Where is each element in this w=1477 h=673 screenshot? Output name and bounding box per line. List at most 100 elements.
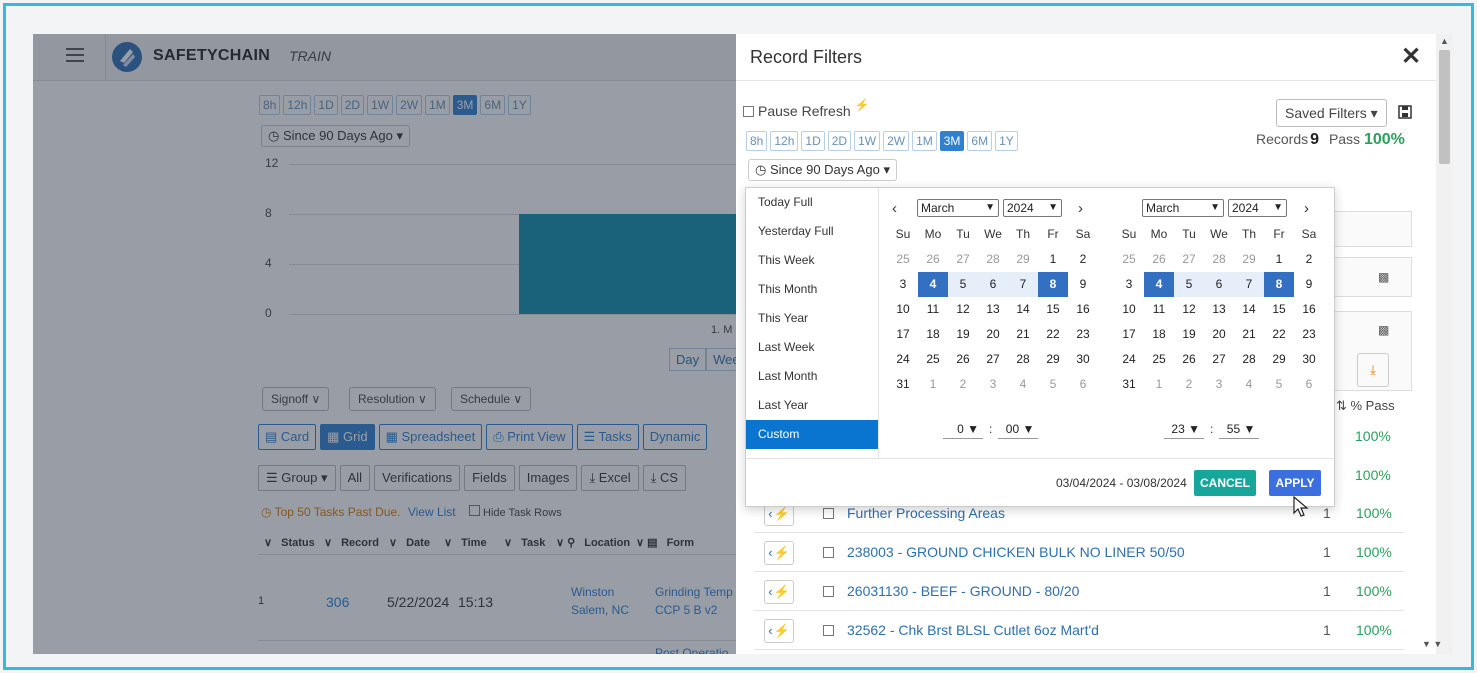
calendar-day[interactable]: 17 <box>888 322 918 347</box>
calendar-day[interactable]: 8 <box>1264 272 1294 297</box>
calendar-day[interactable]: 4 <box>918 272 948 297</box>
panel-chip-1w[interactable]: 1W <box>854 131 881 151</box>
calendar-day[interactable]: 6 <box>1294 372 1324 397</box>
calendar-day[interactable]: 7 <box>1234 272 1264 297</box>
calendar-day[interactable]: 22 <box>1264 322 1294 347</box>
calendar-day[interactable]: 6 <box>978 272 1008 297</box>
calendar-day[interactable]: 25 <box>888 247 918 272</box>
calendar-day[interactable]: 29 <box>1234 247 1264 272</box>
calendar-day[interactable]: 15 <box>1264 297 1294 322</box>
cancel-button[interactable]: CANCEL <box>1194 470 1256 496</box>
calendar-day[interactable]: 23 <box>1068 322 1098 347</box>
expand-lightning-button[interactable]: ‹ ⚡ <box>764 619 794 643</box>
calendar-day[interactable]: 3 <box>888 272 918 297</box>
list-item[interactable]: ‹ ⚡ 32562 - Chk Brst BLSL Cutlet 6oz Mar… <box>754 612 1404 650</box>
range-this-month[interactable]: This Month <box>746 275 878 304</box>
calendar-day[interactable]: 30 <box>1068 347 1098 372</box>
apply-button[interactable]: APPLY <box>1269 470 1321 496</box>
pass-column-header[interactable]: ⇅ % Pass <box>1336 398 1395 414</box>
pause-refresh-checkbox[interactable]: Pause Refresh ⚡ <box>743 98 870 119</box>
expand-lightning-button[interactable]: ‹ ⚡ <box>764 580 794 604</box>
left-hour-select[interactable]: 0 ▼ <box>943 419 983 439</box>
calendar-day[interactable]: 4 <box>1234 372 1264 397</box>
calendar-day[interactable]: 12 <box>948 297 978 322</box>
export-icon[interactable]: ⤓ <box>1357 353 1389 387</box>
calendar-day[interactable]: 24 <box>1114 347 1144 372</box>
calendar-day[interactable]: 18 <box>918 322 948 347</box>
calendar-day[interactable]: 23 <box>1294 322 1324 347</box>
calendar-day[interactable]: 5 <box>1038 372 1068 397</box>
calendar-day[interactable]: 2 <box>1174 372 1204 397</box>
calendar-day[interactable]: 22 <box>1038 322 1068 347</box>
calendar-day[interactable]: 15 <box>1038 297 1068 322</box>
calendar-day[interactable]: 11 <box>1144 297 1174 322</box>
save-icon[interactable] <box>1398 105 1412 119</box>
range-last-week[interactable]: Last Week <box>746 333 878 362</box>
calendar-day[interactable]: 28 <box>1008 347 1038 372</box>
calendar-day[interactable]: 9 <box>1068 272 1098 297</box>
calendar-day[interactable]: 27 <box>1174 247 1204 272</box>
calendar-day[interactable]: 5 <box>1174 272 1204 297</box>
panel-chip-6m[interactable]: 6M <box>967 131 993 151</box>
scroll-down-icon[interactable]: ▼ ▼ <box>1422 639 1442 649</box>
row-checkbox[interactable] <box>823 547 834 558</box>
calendar-day[interactable]: 27 <box>1204 347 1234 372</box>
calendar-day[interactable]: 10 <box>888 297 918 322</box>
calendar-day[interactable]: 5 <box>1264 372 1294 397</box>
right-year-select[interactable]: 2024 ▼ <box>1228 199 1287 217</box>
right-minute-select[interactable]: 55 ▼ <box>1219 419 1260 439</box>
calendar-day[interactable]: 2 <box>1068 247 1098 272</box>
chart-icon[interactable]: ▩ <box>1378 323 1389 337</box>
panel-chip-12h[interactable]: 12h <box>770 131 799 151</box>
calendar-day[interactable]: 2 <box>1294 247 1324 272</box>
range-this-week[interactable]: This Week <box>746 246 878 275</box>
calendar-day[interactable]: 19 <box>1174 322 1204 347</box>
calendar-day[interactable]: 31 <box>888 372 918 397</box>
scroll-up-icon[interactable]: ▲ <box>1440 36 1449 46</box>
calendar-day[interactable]: 1 <box>1038 247 1068 272</box>
panel-since-dropdown[interactable]: ◷ Since 90 Days Ago ▾ <box>748 159 897 181</box>
calendar-day[interactable]: 12 <box>1174 297 1204 322</box>
panel-chip-1d[interactable]: 1D <box>801 131 825 151</box>
calendar-day[interactable]: 13 <box>978 297 1008 322</box>
calendar-day[interactable]: 4 <box>1008 372 1038 397</box>
range-this-year[interactable]: This Year <box>746 304 878 333</box>
list-item-name[interactable]: 32562 - Chk Brst BLSL Cutlet 6oz Mart'd <box>847 622 1099 638</box>
close-icon[interactable]: ✕ <box>1401 42 1421 71</box>
calendar-day[interactable]: 1 <box>1264 247 1294 272</box>
panel-chip-2d[interactable]: 2D <box>827 131 852 151</box>
calendar-day[interactable]: 28 <box>1234 347 1264 372</box>
calendar-day[interactable]: 2 <box>948 372 978 397</box>
range-yesterday-full[interactable]: Yesterday Full <box>746 217 878 246</box>
scrollbar-thumb[interactable] <box>1439 50 1450 164</box>
calendar-day[interactable]: 28 <box>978 247 1008 272</box>
calendar-day[interactable]: 16 <box>1294 297 1324 322</box>
calendar-day[interactable]: 3 <box>1204 372 1234 397</box>
calendar-day[interactable]: 21 <box>1008 322 1038 347</box>
calendar-day[interactable]: 27 <box>948 247 978 272</box>
range-today-full[interactable]: Today Full <box>746 188 878 217</box>
row-checkbox[interactable] <box>823 586 834 597</box>
calendar-day[interactable]: 20 <box>978 322 1008 347</box>
calendar-day[interactable]: 26 <box>948 347 978 372</box>
calendar-day[interactable]: 14 <box>1234 297 1264 322</box>
calendar-day[interactable]: 3 <box>978 372 1008 397</box>
calendar-day[interactable]: 11 <box>918 297 948 322</box>
calendar-day[interactable]: 3 <box>1114 272 1144 297</box>
calendar-day[interactable]: 26 <box>918 247 948 272</box>
calendar-day[interactable]: 28 <box>1204 247 1234 272</box>
chart-icon[interactable]: ▩ <box>1378 270 1389 284</box>
modal-backdrop[interactable] <box>33 34 736 654</box>
calendar-day[interactable]: 14 <box>1008 297 1038 322</box>
calendar-day[interactable]: 10 <box>1114 297 1144 322</box>
calendar-day[interactable]: 21 <box>1234 322 1264 347</box>
left-minute-select[interactable]: 00 ▼ <box>998 419 1039 439</box>
calendar-day[interactable]: 16 <box>1068 297 1098 322</box>
calendar-day[interactable]: 6 <box>1068 372 1098 397</box>
list-item-name[interactable]: 238003 - GROUND CHICKEN BULK NO LINER 50… <box>847 544 1185 560</box>
saved-filters-dropdown[interactable]: Saved Filters ▾ <box>1276 99 1387 127</box>
calendar-day[interactable]: 13 <box>1204 297 1234 322</box>
panel-scrollbar[interactable]: ▲ ▼ ▼ <box>1422 34 1453 654</box>
right-hour-select[interactable]: 23 ▼ <box>1164 419 1204 439</box>
left-year-select[interactable]: 2024 ▼ <box>1003 199 1062 217</box>
